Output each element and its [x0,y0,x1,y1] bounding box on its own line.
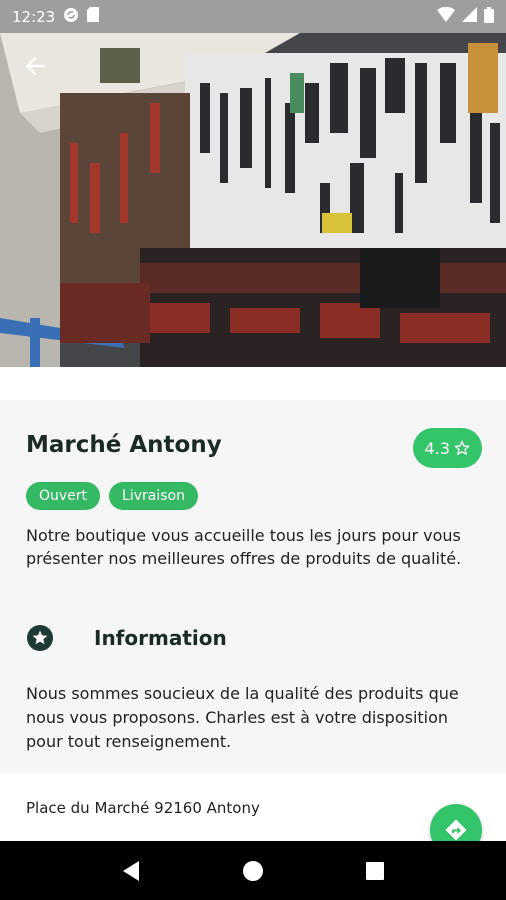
store-details: Marché Antony 4.3 Ouvert Livraison Notre… [0,400,506,773]
sd-card-icon [87,7,100,26]
nav-home-button[interactable] [233,851,273,891]
rating-badge: 4.3 [412,428,482,468]
address-text: Place du Marché 92160 Antony [26,799,260,817]
recents-square-icon [366,861,384,880]
information-text: Nous sommes soucieux de la qualité des p… [26,684,459,751]
wifi-icon [437,6,455,26]
store-tags: Ouvert Livraison [26,482,198,510]
battery-icon [484,6,494,27]
signal-icon [462,7,477,26]
store-name: Marché Antony [26,432,222,458]
status-bar: 12:23 [0,0,506,33]
rating-value: 4.3 [424,438,450,458]
information-title: Information [94,626,227,650]
store-photo [0,33,506,367]
nav-recents-button[interactable] [355,851,395,891]
arrow-left-icon [26,57,46,75]
star-badge-icon [26,624,54,652]
nav-back-button[interactable] [111,851,151,891]
information-header: Information [26,624,227,652]
home-circle-icon [243,860,263,881]
sync-icon [63,7,79,27]
back-triangle-icon [123,860,139,881]
back-button[interactable] [20,50,52,82]
status-time: 12:23 [12,7,56,26]
tag-ouvert: Ouvert [26,482,101,510]
star-outline-icon [454,440,470,455]
directions-icon [445,819,467,841]
tag-livraison: Livraison [109,482,198,510]
divider-strip [0,367,506,400]
system-nav-bar [0,841,506,900]
store-description: Notre boutique vous accueille tous les j… [26,526,462,568]
